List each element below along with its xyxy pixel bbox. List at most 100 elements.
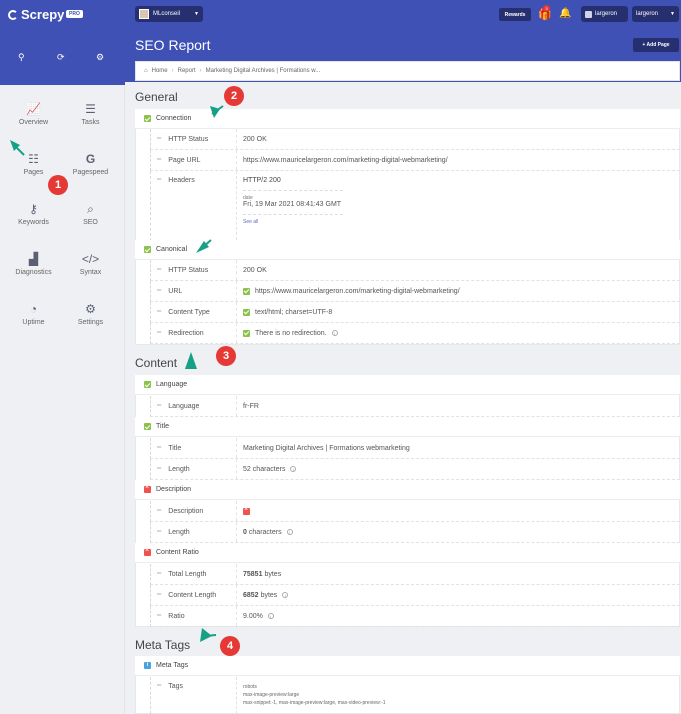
row-tags: ═ Tags robots max-image-preview:large max… (150, 677, 680, 714)
sidebar-item-pagespeed[interactable]: G Pagespeed (63, 151, 118, 176)
page-url-link[interactable]: https://www.mauricelargeron.com/marketin… (237, 157, 448, 164)
error-icon (144, 547, 151, 556)
annotation-arrow (200, 628, 212, 642)
row-title-length: ═ Length 52 characters i (150, 459, 680, 480)
group-content-ratio[interactable]: Content Ratio (135, 543, 680, 563)
info-icon[interactable]: i (267, 613, 274, 619)
key-icon: ⚷ (29, 202, 38, 216)
row-bullet: ═ (157, 529, 162, 535)
row-language: ═ Language fr-FR (150, 396, 680, 417)
breadcrumb-home[interactable]: Home (152, 68, 168, 74)
info-icon[interactable]: i (286, 529, 293, 535)
section-title-general: General (135, 90, 178, 104)
breadcrumb-report[interactable]: Report (178, 68, 196, 74)
code-icon: </> (81, 252, 100, 266)
row-total-length: ═ Total Length 75851 bytes (150, 564, 680, 585)
add-page-button[interactable]: + Add Page (633, 38, 679, 52)
annotation-marker-4: 4 (220, 636, 240, 656)
info-icon: i (144, 662, 151, 669)
row-bullet: ═ (157, 571, 162, 577)
home-icon: ⌂ (144, 68, 148, 74)
chart-line-icon: 📈 (26, 102, 41, 116)
check-icon (243, 329, 250, 337)
sidebar-item-seo[interactable]: ⌕ SEO (63, 201, 118, 226)
rewards-button[interactable]: Rewards (499, 8, 531, 21)
search-icon: ⌕ (87, 202, 94, 216)
account-icon (585, 10, 592, 18)
row-content-type: ═ Content Type text/html; charset=UTF-8 (150, 302, 680, 323)
check-icon (144, 381, 151, 388)
row-canonical-url: ═ URL https://www.mauricelargeron.com/mark… (150, 281, 680, 302)
group-description[interactable]: Description (135, 480, 680, 500)
sitemap-icon[interactable]: ⚲ (18, 52, 25, 63)
gift-count-badge: 3 (543, 5, 550, 12)
row-title: ═ Title Marketing Digital Archives | Forma… (150, 438, 680, 459)
chevron-down-icon: ▼ (194, 11, 199, 17)
top-bar: Screpy PRO MLconseil ▼ Rewards 🎁 3 🔔 lar… (0, 0, 681, 30)
page-title: SEO Report (135, 37, 211, 53)
diagnostics-icon: ▟ (28, 252, 39, 266)
section-title-content: Content (135, 356, 178, 370)
row-bullet: ═ (157, 309, 162, 315)
info-icon[interactable]: i (282, 592, 289, 598)
list-icon: ☷ (28, 152, 39, 166)
group-connection[interactable]: Connection (135, 109, 680, 129)
row-bullet: ═ (157, 288, 162, 294)
info-icon[interactable]: i (290, 466, 297, 472)
bell-icon[interactable]: 🔔 (559, 8, 571, 19)
row-headers: ═ Headers HTTP/2 200 date Fri, 19 Mar 202… (150, 171, 680, 241)
group-title[interactable]: Title (135, 417, 680, 437)
error-icon (243, 506, 250, 515)
breadcrumb-separator: › (199, 68, 202, 74)
breadcrumb-separator: › (171, 68, 174, 74)
account-button[interactable]: largeron (581, 6, 628, 22)
row-bullet: ═ (157, 330, 162, 336)
sidebar-item-tasks[interactable]: ☰ Tasks (63, 101, 118, 126)
row-bullet: ═ (157, 613, 162, 619)
annotation-arrow (185, 352, 197, 369)
pro-badge: PRO (66, 10, 83, 18)
tasks-icon: ☰ (85, 102, 96, 116)
check-icon (243, 287, 250, 295)
row-canonical-status: ═ HTTP Status 200 OK (150, 260, 680, 281)
user-menu[interactable]: MLconseil ▼ (135, 6, 203, 22)
check-icon (243, 308, 250, 316)
gear-icon[interactable]: ⚙ (96, 52, 104, 63)
gauge-icon: ◔ (29, 302, 38, 316)
group-language[interactable]: Language (135, 375, 680, 395)
row-description: ═ Description (150, 501, 680, 522)
row-bullet: ═ (157, 136, 162, 142)
sidebar-item-keywords[interactable]: ⚷ Keywords (6, 201, 61, 226)
row-content-length: ═ Content Length 6852 bytes i (150, 585, 680, 606)
group-canonical[interactable]: Canonical (135, 240, 680, 260)
sidebar-item-diagnostics[interactable]: ▟ Diagnostics (6, 251, 61, 276)
sidebar-item-syntax[interactable]: </> Syntax (63, 251, 118, 276)
row-bullet: ═ (157, 403, 162, 409)
row-bullet: ═ (157, 592, 162, 598)
row-bullet: ═ (157, 177, 162, 183)
check-icon (144, 423, 151, 430)
row-bullet: ═ (157, 157, 162, 163)
account-menu[interactable]: largeron ▼ (632, 6, 679, 22)
info-icon[interactable]: i (331, 330, 338, 336)
annotation-marker-1: 1 (48, 175, 68, 195)
group-meta-tags[interactable]: i Meta Tags (135, 656, 680, 676)
row-redirection: ═ Redirection There is no redirection. i (150, 323, 680, 344)
sidebar-header: ⚲ ⟳ ⚙ (0, 30, 125, 85)
row-description-length: ═ Length 0 characters i (150, 522, 680, 543)
annotation-marker-2: 2 (224, 86, 244, 106)
app-logo[interactable]: Screpy (8, 7, 64, 22)
row-bullet: ═ (157, 466, 162, 472)
sidebar-item-overview[interactable]: 📈 Overview (6, 101, 61, 126)
sidebar-item-pages[interactable]: ☷ Pages (6, 151, 61, 176)
row-bullet: ═ (157, 508, 162, 514)
avatar (139, 9, 149, 19)
check-icon (144, 246, 151, 253)
see-all-link[interactable]: See all (243, 214, 343, 225)
sidebar-item-settings[interactable]: ⚙ Settings (63, 301, 118, 326)
refresh-icon[interactable]: ⟳ (57, 52, 65, 63)
sidebar-item-uptime[interactable]: ◔ Uptime (6, 301, 61, 326)
row-bullet: ═ (157, 267, 162, 273)
row-bullet: ═ (157, 445, 162, 451)
row-page-url: ═ Page URL https://www.mauricelargeron.com… (150, 150, 680, 171)
